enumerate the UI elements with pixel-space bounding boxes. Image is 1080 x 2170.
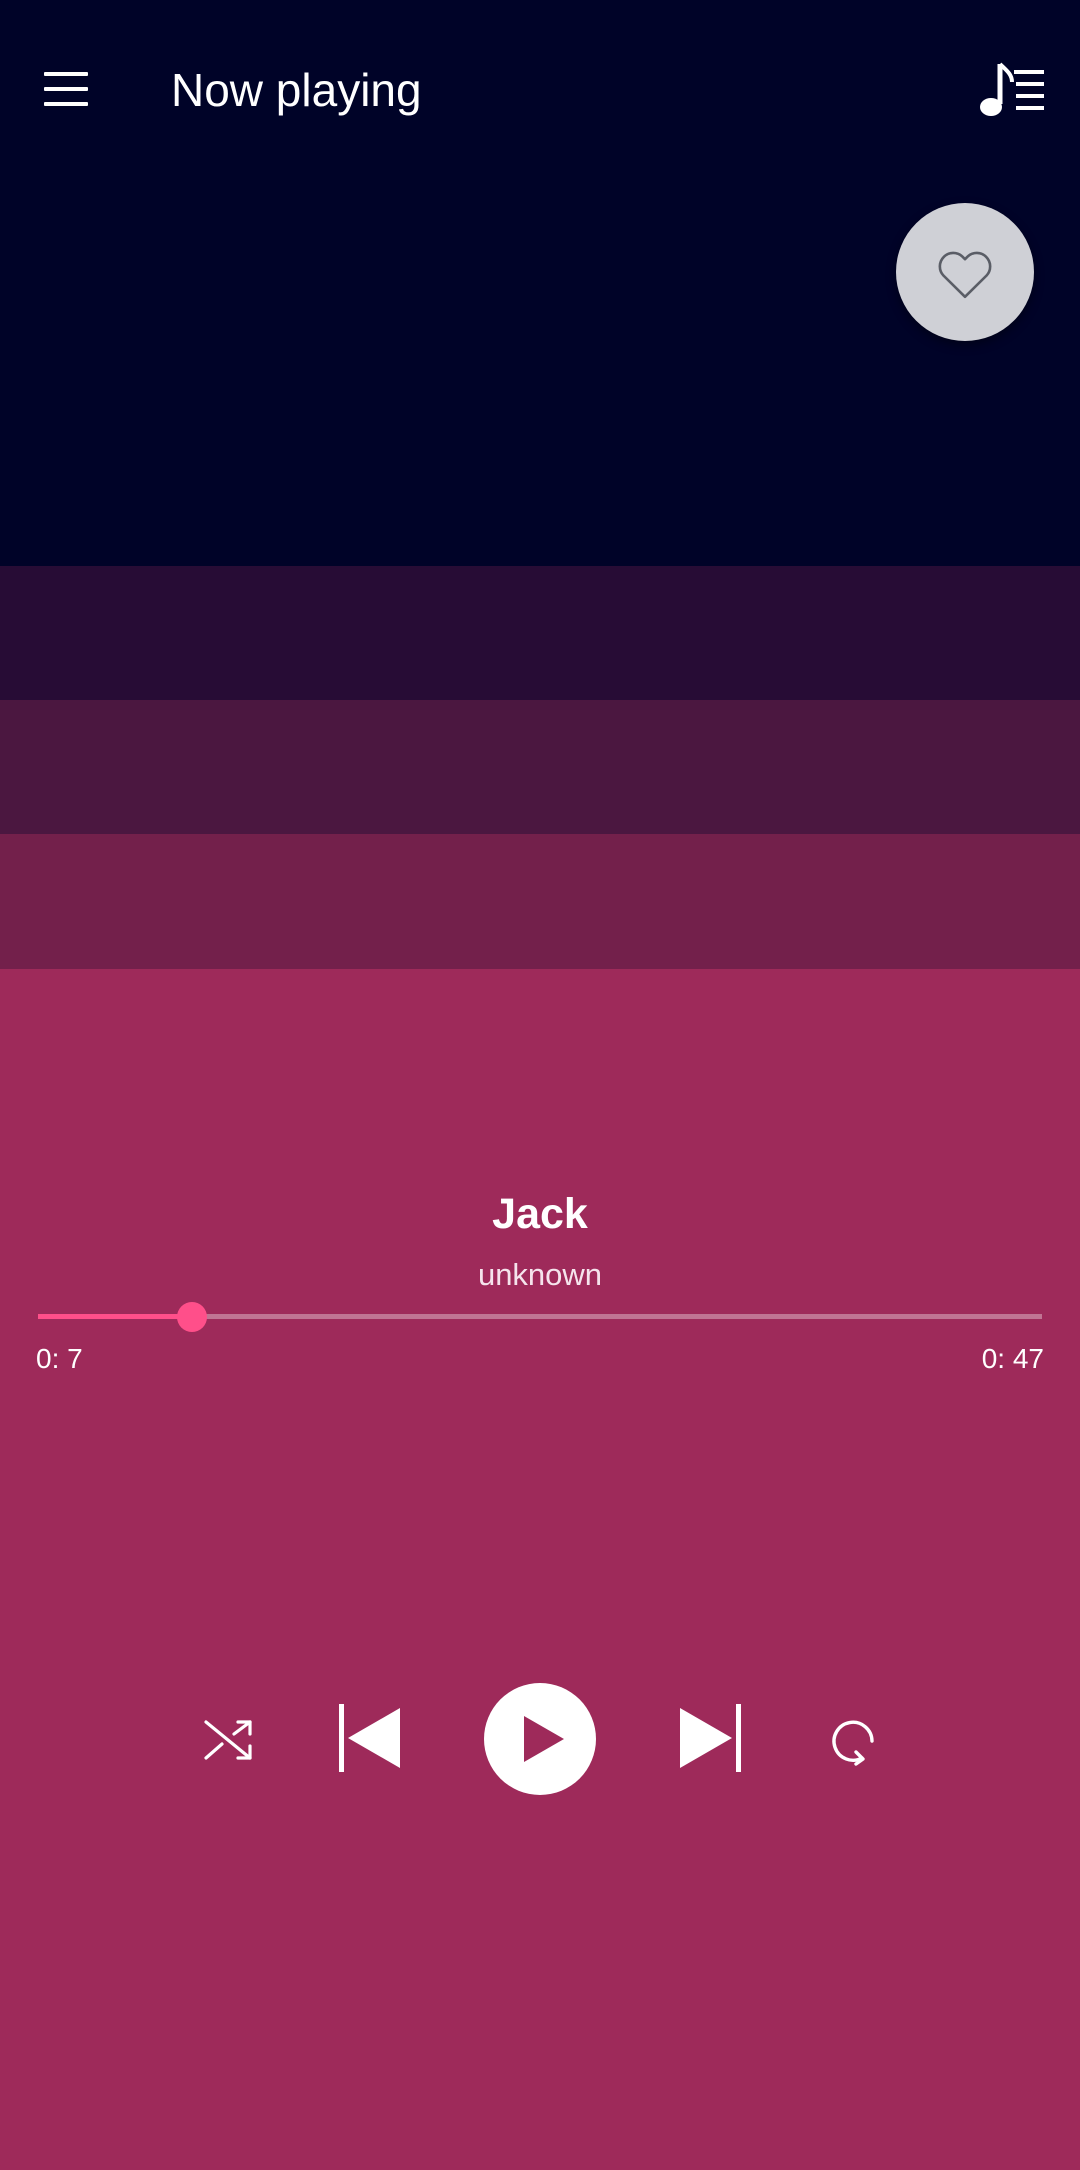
shuffle-button[interactable] xyxy=(200,1714,258,1764)
shuffle-icon xyxy=(204,1720,252,1760)
total-duration: 0: 47 xyxy=(981,1343,1044,1374)
play-button[interactable] xyxy=(484,1683,596,1795)
gradient-band-1 xyxy=(0,566,1080,700)
menu-icon-line xyxy=(44,102,88,106)
current-time: 0: 7 xyxy=(36,1343,83,1374)
repeat-icon xyxy=(832,1720,874,1766)
skip-next-icon xyxy=(680,1704,741,1772)
track-artist: unknown xyxy=(477,1257,603,1292)
gradient-band-3 xyxy=(0,834,1080,969)
queue-button[interactable] xyxy=(978,60,1046,122)
play-icon xyxy=(524,1716,564,1762)
seek-progress xyxy=(38,1314,192,1319)
heart-outline-icon xyxy=(938,251,992,299)
next-button[interactable] xyxy=(674,1704,744,1772)
repeat-button[interactable] xyxy=(826,1714,880,1768)
music-queue-icon xyxy=(980,62,1044,116)
menu-icon-line xyxy=(44,72,88,76)
favorite-button[interactable] xyxy=(896,203,1034,341)
gradient-band-2 xyxy=(0,700,1080,834)
menu-button[interactable] xyxy=(38,66,94,112)
page-title: Now playing xyxy=(171,64,422,116)
track-title: Jack xyxy=(492,1190,588,1238)
skip-previous-icon xyxy=(339,1704,400,1772)
previous-button[interactable] xyxy=(336,1704,406,1772)
seek-bar[interactable] xyxy=(38,1300,1042,1334)
player-background xyxy=(0,969,1080,2170)
seek-thumb[interactable] xyxy=(176,1302,207,1332)
menu-icon-line xyxy=(44,87,88,91)
